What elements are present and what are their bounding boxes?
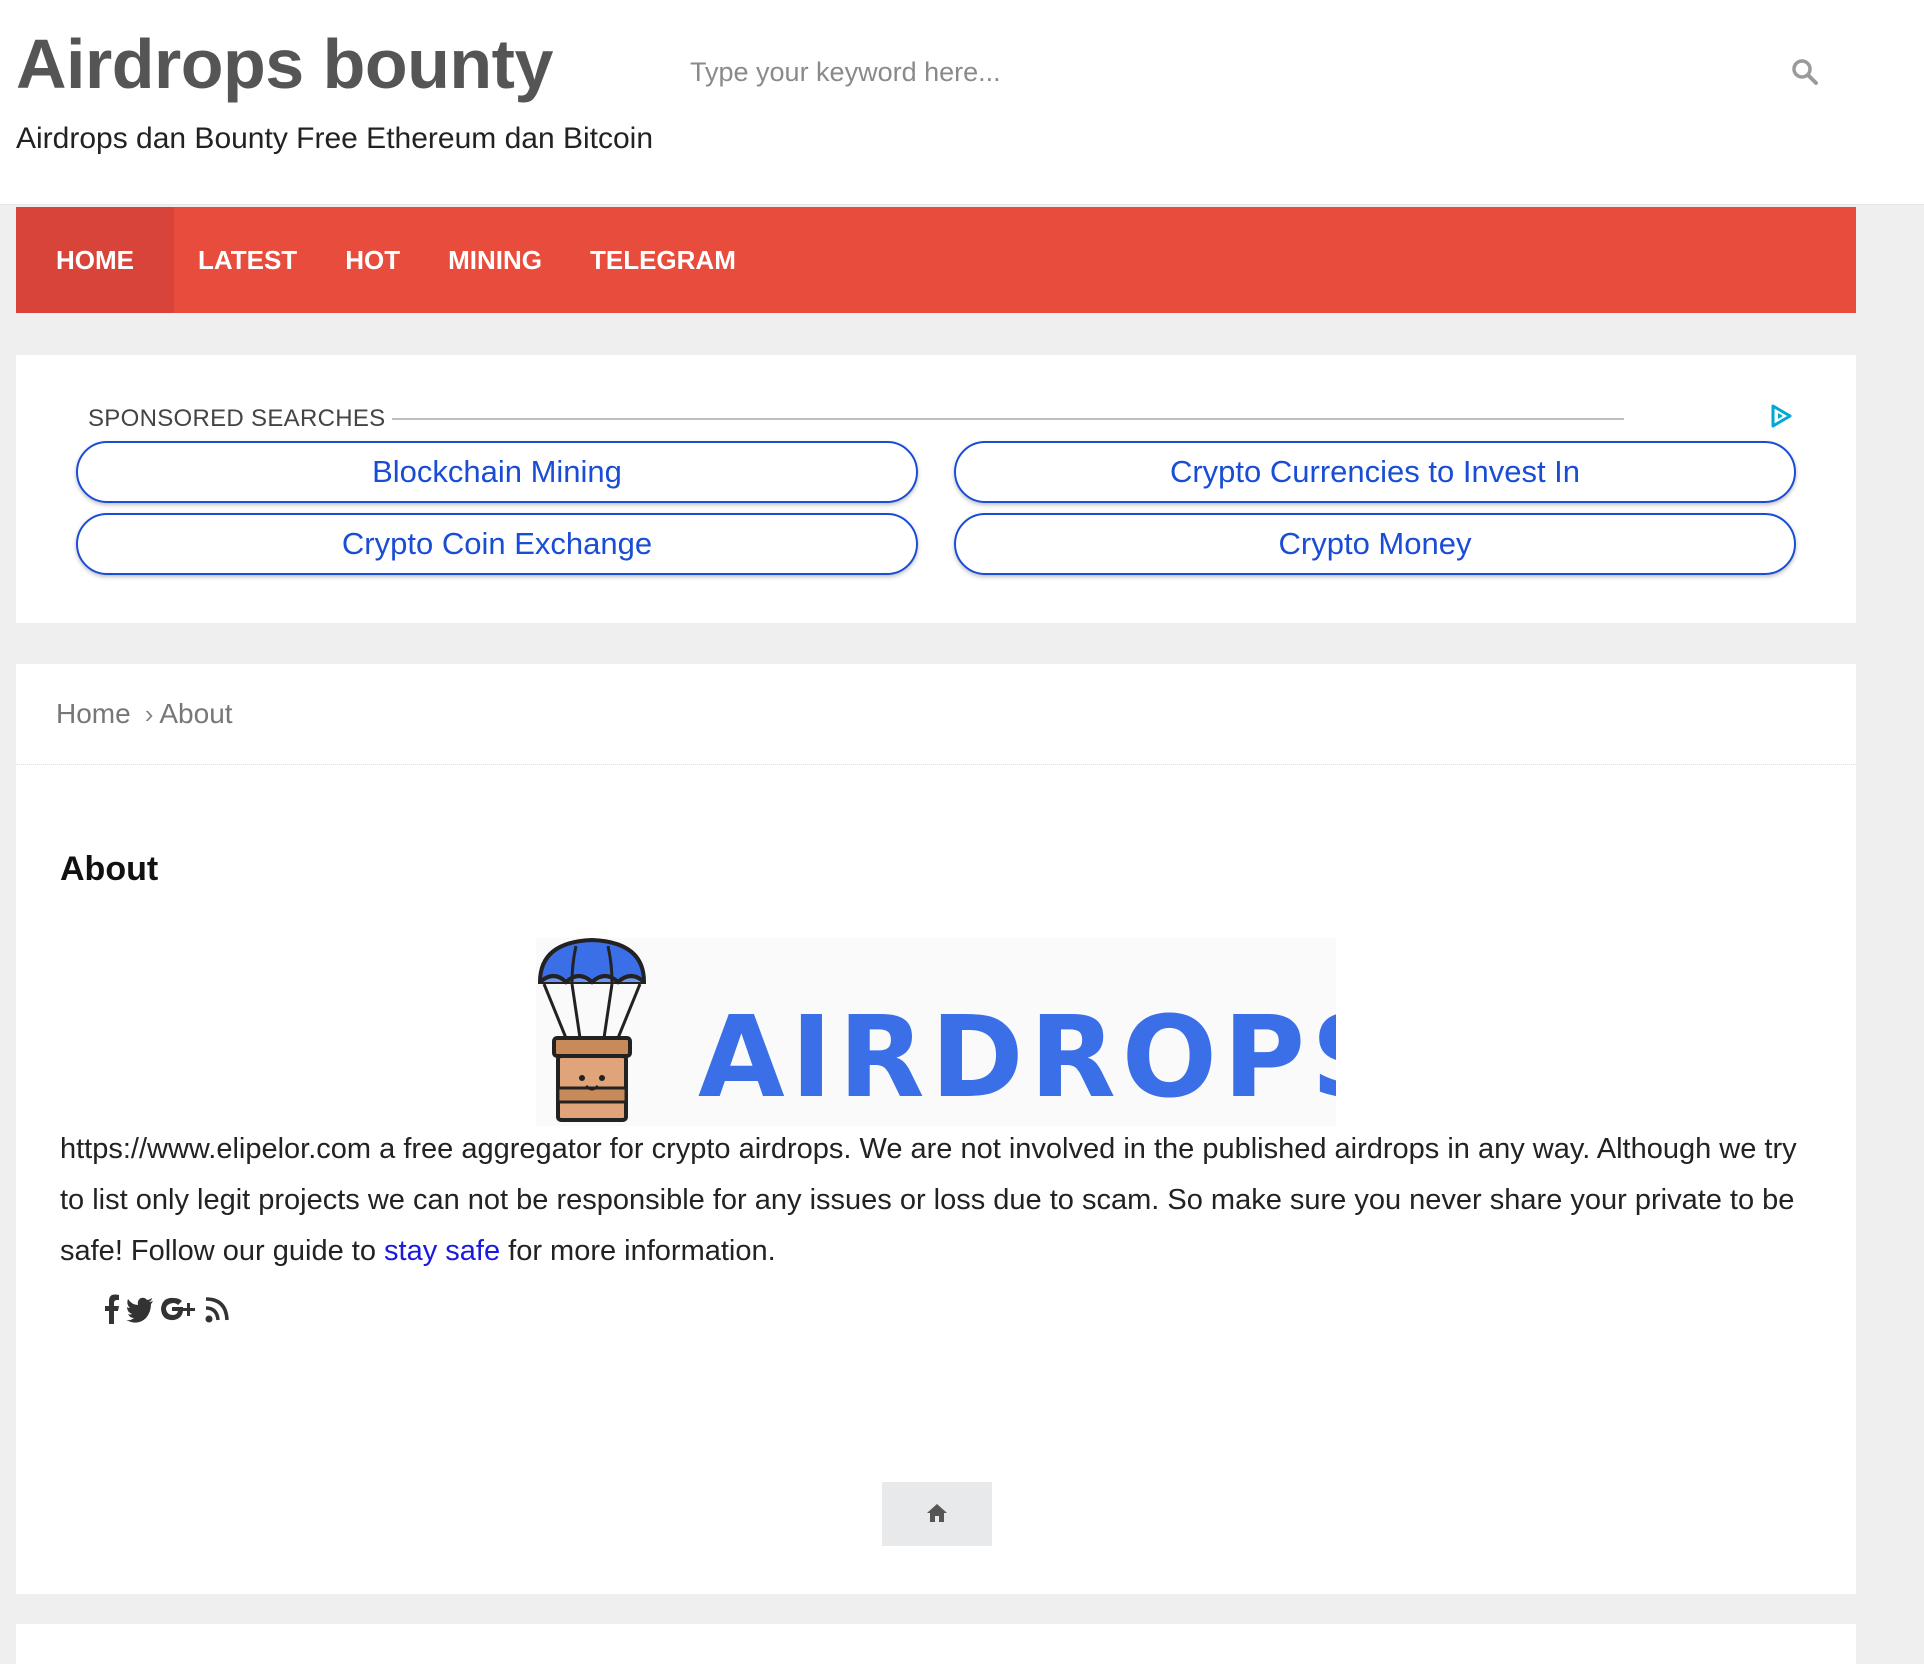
- article-panel: Home › About About AIRDROPS https://www.el…: [16, 664, 1856, 1594]
- site-header: Airdrops bounty Airdrops dan Bounty Free…: [0, 0, 1924, 205]
- ad-link-button[interactable]: Blockchain Mining: [76, 441, 918, 503]
- breadcrumb-current: About: [159, 698, 233, 729]
- social-share-icons: [104, 1294, 230, 1324]
- twitter-icon[interactable]: [126, 1294, 154, 1324]
- body-text-part: for more information.: [500, 1235, 776, 1267]
- site-title[interactable]: Airdrops bounty: [16, 24, 553, 104]
- nav-item-home[interactable]: HOME: [16, 207, 174, 313]
- about-body-text: https://www.elipelor.com a free aggregat…: [60, 1124, 1800, 1277]
- adchoices-icon[interactable]: [1768, 403, 1794, 429]
- home-icon: [927, 1504, 947, 1522]
- nav-item-latest[interactable]: LATEST: [174, 207, 321, 313]
- body-text-part: https://www.elipelor.com a free aggregat…: [60, 1133, 1797, 1267]
- breadcrumb-home-link[interactable]: Home: [56, 698, 131, 729]
- sponsored-searches-heading: SPONSORED SEARCHES: [88, 405, 386, 432]
- facebook-icon[interactable]: [104, 1294, 120, 1324]
- google-plus-icon[interactable]: [160, 1294, 198, 1324]
- home-button[interactable]: [882, 1482, 992, 1546]
- divider: [392, 418, 1624, 420]
- site-tagline: Airdrops dan Bounty Free Ethereum dan Bi…: [16, 122, 654, 155]
- search-bar: [690, 44, 1820, 100]
- rss-icon[interactable]: [204, 1294, 230, 1324]
- search-icon[interactable]: [1790, 57, 1820, 87]
- page-title: About: [60, 850, 159, 888]
- search-input[interactable]: [690, 44, 1740, 100]
- nav-item-telegram[interactable]: TELEGRAM: [566, 207, 760, 313]
- logo-text: AIRDROPS: [698, 993, 1336, 1123]
- next-panel: [16, 1624, 1856, 1664]
- divider: [16, 764, 1856, 765]
- ad-link-button[interactable]: Crypto Money: [954, 513, 1796, 575]
- chevron-right-icon: ›: [144, 699, 154, 729]
- airdrops-logo: AIRDROPS: [536, 937, 1392, 1126]
- nav-item-mining[interactable]: MINING: [424, 207, 566, 313]
- sponsored-searches-panel: SPONSORED SEARCHES Blockchain Mining Cry…: [16, 355, 1856, 623]
- nav-item-hot[interactable]: HOT: [321, 207, 424, 313]
- stay-safe-link[interactable]: stay safe: [384, 1235, 500, 1267]
- main-nav: HOME LATEST HOT MINING TELEGRAM: [16, 207, 1856, 313]
- breadcrumb: Home › About: [56, 698, 233, 730]
- ad-link-button[interactable]: Crypto Coin Exchange: [76, 513, 918, 575]
- ad-link-button[interactable]: Crypto Currencies to Invest In: [954, 441, 1796, 503]
